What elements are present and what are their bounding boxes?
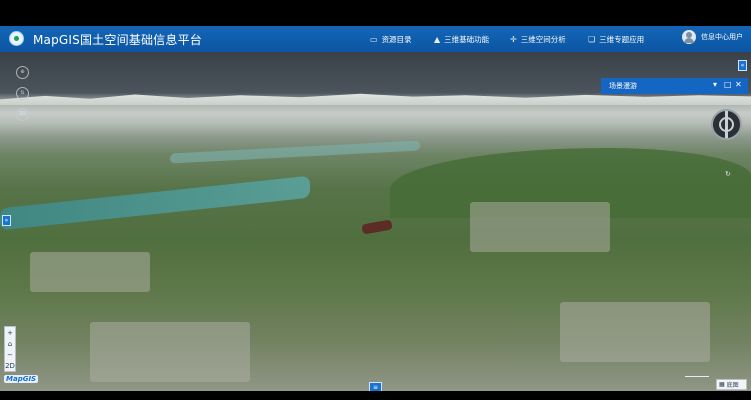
avatar bbox=[682, 30, 696, 44]
basemap-label: 底图 bbox=[726, 382, 739, 389]
close-icon[interactable]: ✕ bbox=[735, 80, 742, 89]
nav-item-3d-thematic[interactable]: ❏ 三维专题应用 bbox=[588, 34, 644, 45]
top-black-bar bbox=[0, 0, 751, 26]
user-name: 信息中心用户 bbox=[701, 33, 743, 41]
tool-button[interactable]: ⊕ bbox=[16, 66, 29, 79]
3d-map-viewport[interactable] bbox=[0, 52, 751, 391]
grid-icon: ▦ bbox=[719, 381, 725, 388]
nav-item-3d-basic[interactable]: ▲ 三维基础功能 bbox=[434, 34, 489, 45]
zoom-in-button[interactable]: + bbox=[7, 329, 13, 337]
scene-roaming-panel: 场景漫游 ▾ □ ✕ bbox=[601, 78, 748, 94]
scale-bar bbox=[685, 374, 709, 377]
app-logo-icon bbox=[9, 31, 24, 46]
atmosphere-haze bbox=[0, 52, 751, 391]
mountain-icon: ▲ bbox=[434, 35, 441, 44]
basemap-button[interactable]: ▦ 底图 bbox=[716, 379, 747, 390]
nav-label: 资源目录 bbox=[381, 35, 412, 44]
compass-navigation-icon[interactable] bbox=[711, 109, 742, 140]
2d-mode-button[interactable]: 2D bbox=[5, 362, 15, 370]
panel-expand-button[interactable]: « bbox=[738, 60, 747, 71]
panel-title: 场景漫游 bbox=[609, 82, 637, 90]
mapgis-brand-logo: MapGIS bbox=[4, 375, 39, 383]
app-header: MapGIS国土空间基础信息平台 ▭ 资源目录 ▲ 三维基础功能 ✛ 三维空间分… bbox=[0, 26, 751, 52]
zoom-controls: + ⌂ − 2D bbox=[4, 326, 16, 372]
crosshair-icon: ✛ bbox=[510, 35, 517, 44]
tool-button-2d[interactable]: 2D bbox=[16, 108, 29, 121]
user-menu[interactable]: 信息中心用户 bbox=[682, 30, 743, 44]
home-icon[interactable]: ⌂ bbox=[8, 340, 12, 348]
nav-label: 三维专题应用 bbox=[599, 35, 645, 44]
app-title: MapGIS国土空间基础信息平台 bbox=[33, 33, 202, 47]
map-book-icon: ▭ bbox=[370, 35, 378, 44]
chevron-down-icon[interactable]: ▾ bbox=[713, 80, 717, 89]
left-panel-toggle[interactable]: » bbox=[2, 215, 11, 226]
rotate-icon[interactable]: ↻ bbox=[725, 170, 731, 178]
bottom-black-bar bbox=[0, 391, 751, 400]
nav-item-resource-catalog[interactable]: ▭ 资源目录 bbox=[370, 34, 412, 45]
nav-label: 三维空间分析 bbox=[520, 35, 566, 44]
nav-label: 三维基础功能 bbox=[444, 35, 490, 44]
zoom-out-button[interactable]: − bbox=[7, 351, 13, 359]
nav-item-3d-analysis[interactable]: ✛ 三维空间分析 bbox=[510, 34, 566, 45]
square-icon[interactable]: □ bbox=[724, 80, 732, 89]
tool-button[interactable]: ⇅ bbox=[16, 87, 29, 100]
layers-icon: ❏ bbox=[588, 35, 596, 44]
